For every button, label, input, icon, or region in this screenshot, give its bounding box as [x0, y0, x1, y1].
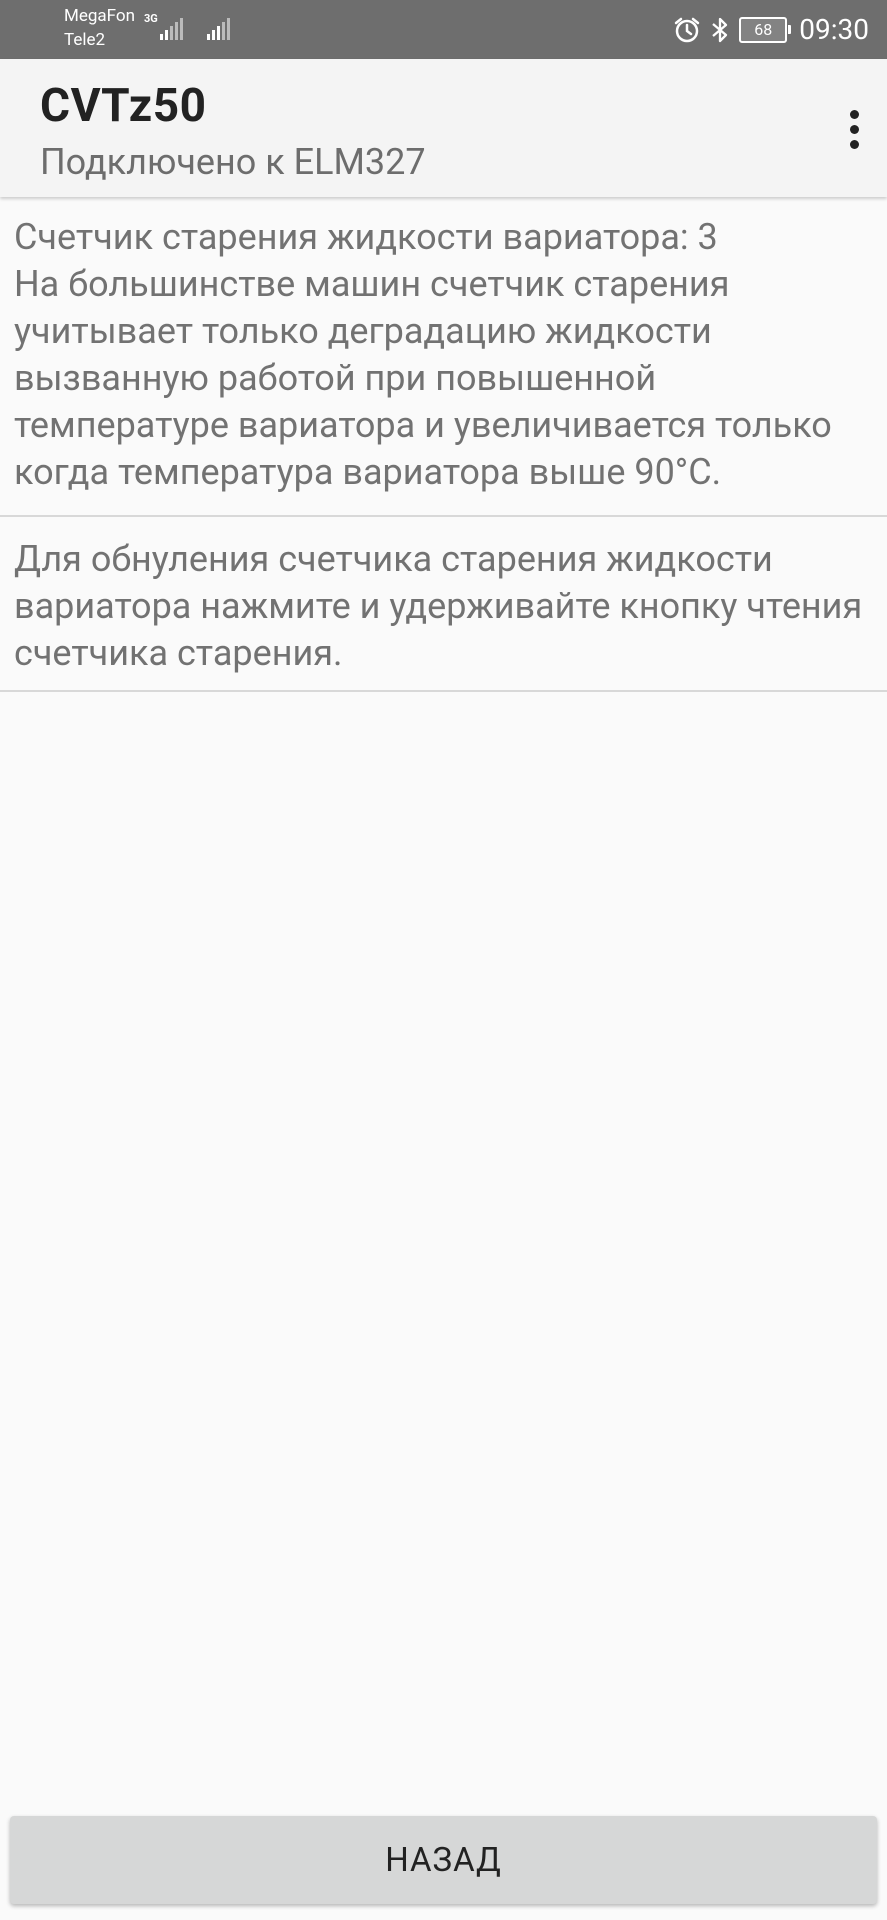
- status-time: 09:30: [799, 13, 869, 46]
- connection-status: Подключено к ELM327: [40, 141, 426, 183]
- counter-value-text: Счетчик старения жидкости вариатора: 3: [14, 216, 718, 258]
- bluetooth-icon: [712, 17, 728, 42]
- alarm-icon: [675, 17, 700, 42]
- counter-description-text: На большинстве машин счетчик старения уч…: [14, 263, 832, 493]
- signal-icon: [207, 18, 230, 40]
- back-button[interactable]: НАЗАД: [10, 1816, 877, 1904]
- reset-hint-text: Для обнуления счетчика старения жидкости…: [14, 538, 863, 674]
- battery-icon: 68: [739, 16, 792, 43]
- main-content: Счетчик старения жидкости вариатора: 3 Н…: [0, 197, 887, 692]
- battery-level: 68: [739, 16, 788, 43]
- app-bar: CVTz50 Подключено к ELM327: [0, 59, 887, 197]
- reset-hint-block: Для обнуления счетчика старения жидкости…: [0, 517, 887, 692]
- more-vert-icon[interactable]: [839, 97, 869, 161]
- carrier-labels: MegaFon Tele2: [64, 4, 135, 52]
- app-title: CVTz50: [40, 79, 207, 133]
- carrier-1: MegaFon: [64, 6, 135, 26]
- status-bar: MegaFon Tele2 3G 68 09:30: [0, 0, 887, 59]
- carrier-2: Tele2: [64, 30, 106, 50]
- signal-icon: [160, 18, 183, 40]
- counter-info-block: Счетчик старения жидкости вариатора: 3 Н…: [0, 197, 887, 517]
- network-type: 3G: [144, 12, 158, 25]
- status-right: 68 09:30: [673, 0, 869, 59]
